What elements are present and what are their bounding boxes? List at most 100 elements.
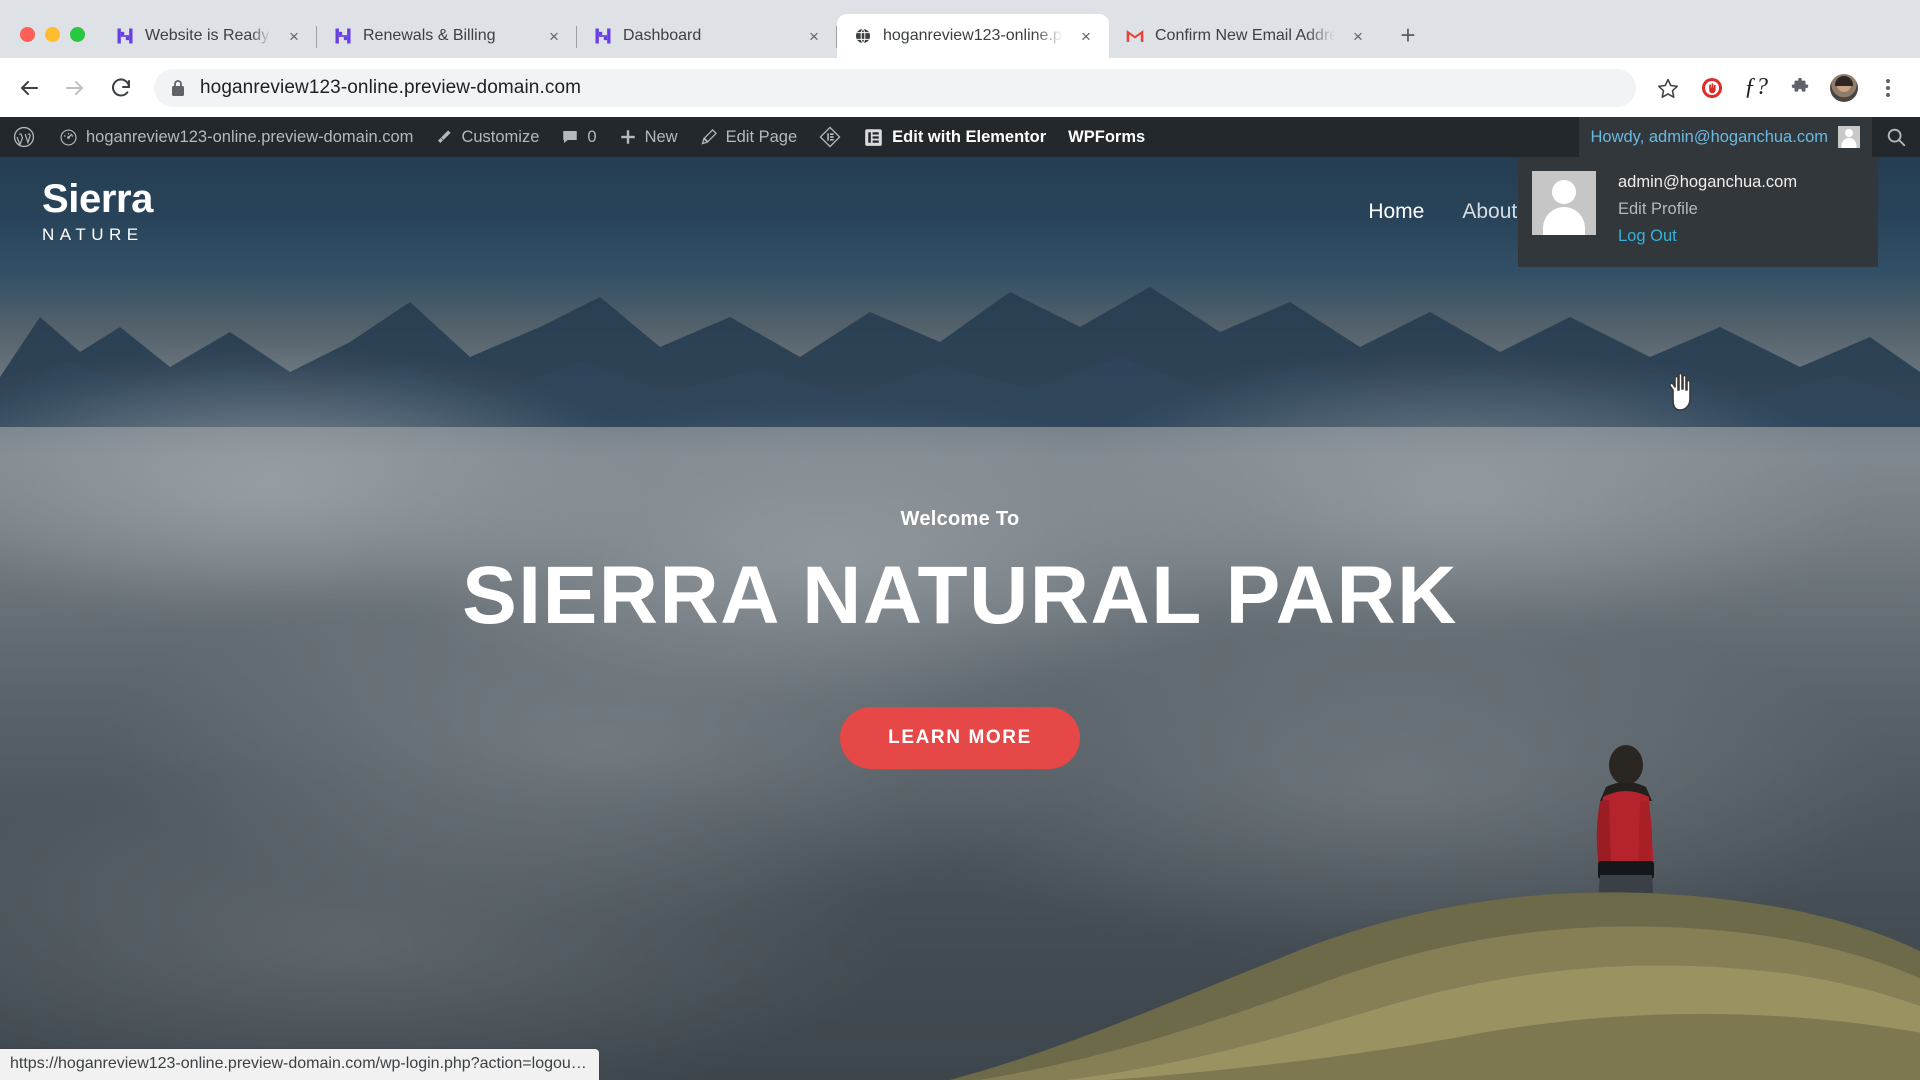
comment-bubble-icon — [563, 131, 578, 143]
url-text: hoganreview123-online.preview-domain.com — [200, 76, 582, 98]
wp-howdy-menu[interactable]: Howdy, admin@hoganchua.com — [1578, 117, 1872, 157]
hostinger-icon — [595, 28, 611, 44]
wp-comments-count: 0 — [587, 127, 597, 146]
maximize-window-button[interactable] — [70, 27, 85, 42]
tab-title: Renewals & Billing — [363, 27, 496, 44]
tabs-container: Website is Ready | hPanel × Renewals & B… — [99, 0, 1920, 58]
wp-howdy-avatar — [1838, 126, 1860, 148]
elementor-diamond-icon — [819, 126, 841, 148]
learn-more-button[interactable]: LEARN MORE — [840, 707, 1080, 770]
toolbar-icons: ƒ? — [1648, 68, 1908, 108]
window-controls — [10, 27, 99, 58]
wp-edit-page-label: Edit Page — [725, 127, 798, 146]
tab-close-button[interactable]: × — [541, 23, 567, 49]
grammar-extension-button[interactable]: ƒ? — [1736, 68, 1776, 108]
tab-title: Confirm New Email Address - a — [1155, 27, 1335, 44]
tab-strip: Website is Ready | hPanel × Renewals & B… — [0, 0, 1920, 58]
search-icon — [1887, 128, 1906, 147]
address-bar[interactable]: hoganreview123-online.preview-domain.com — [154, 68, 1636, 107]
hero-title: SIERRA NATURAL PARK — [462, 549, 1458, 641]
wp-edit-profile-link[interactable]: Edit Profile — [1618, 200, 1797, 219]
nav-item-home[interactable]: Home — [1368, 200, 1424, 224]
wp-dropdown-email: admin@hoganchua.com — [1618, 173, 1798, 191]
tab-title: Website is Ready | hPanel — [145, 27, 271, 44]
browser-tab[interactable]: Renewals & Billing × — [317, 14, 577, 58]
back-arrow-icon — [21, 80, 38, 95]
profile-button[interactable] — [1824, 68, 1864, 108]
gmail-icon — [1126, 30, 1144, 42]
back-button[interactable] — [8, 67, 50, 109]
wp-elementor-label: Edit with Elementor — [892, 127, 1047, 146]
wp-howdy-label: Howdy, admin@hoganchua.com — [1590, 127, 1829, 146]
link-status-bar: https://hoganreview123-online.preview-do… — [0, 1049, 599, 1080]
tab-title: hoganreview123-online.preview-domain.com — [883, 27, 1063, 44]
page-viewport: hoganreview123-online.preview-domain.com… — [0, 117, 1920, 1080]
reload-button[interactable] — [100, 67, 142, 109]
wp-admin-bar-right: Howdy, admin@hoganchua.com — [1578, 117, 1920, 157]
elementor-panel-icon — [865, 128, 882, 146]
forward-button[interactable] — [54, 67, 96, 109]
wp-edit-with-elementor-button[interactable]: Edit with Elementor — [852, 117, 1057, 157]
wp-log-out-link[interactable]: Log Out — [1618, 227, 1797, 246]
wp-site-name-label: hoganreview123-online.preview-domain.com — [86, 127, 414, 146]
star-icon — [1658, 78, 1678, 98]
grammar-icon: ƒ? — [1744, 74, 1768, 100]
wp-new-button[interactable]: New — [608, 117, 689, 157]
hostinger-icon — [117, 28, 133, 44]
wordpress-logo-icon — [13, 126, 35, 148]
wp-user-dropdown: admin@hoganchua.com Edit Profile Log Out — [1518, 157, 1878, 267]
wp-logo-button[interactable] — [0, 117, 48, 157]
site-logo-sub: NATURE — [42, 225, 144, 244]
pencil-icon — [701, 129, 717, 145]
elementor-logo-button[interactable] — [808, 117, 852, 157]
tab-title: Dashboard — [623, 27, 702, 44]
tab-close-button[interactable]: × — [281, 23, 307, 49]
wp-new-label: New — [644, 127, 678, 146]
lock-icon — [172, 79, 184, 96]
extensions-button[interactable] — [1780, 68, 1820, 108]
adblock-extension-button[interactable] — [1692, 68, 1732, 108]
tab-close-button[interactable]: × — [1345, 23, 1371, 49]
wp-admin-bar: hoganreview123-online.preview-domain.com… — [0, 117, 1920, 157]
forward-arrow-icon — [66, 80, 83, 95]
tab-close-button[interactable]: × — [801, 23, 827, 49]
hostinger-icon — [335, 28, 351, 44]
kebab-menu-icon — [1886, 78, 1890, 97]
globe-icon — [855, 28, 871, 44]
wp-site-name[interactable]: hoganreview123-online.preview-domain.com — [48, 117, 424, 157]
close-window-button[interactable] — [20, 27, 35, 42]
wp-comments-button[interactable]: 0 — [550, 117, 607, 157]
bookmark-star-button[interactable] — [1648, 68, 1688, 108]
hero-kicker: Welcome To — [900, 507, 1020, 530]
adblock-icon — [1702, 77, 1722, 98]
browser-tab-active[interactable]: hoganreview123-online.preview-domain.com… — [837, 14, 1109, 58]
wp-dropdown-avatar — [1532, 171, 1596, 235]
browser-window: Website is Ready | hPanel × Renewals & B… — [0, 0, 1920, 1080]
wp-wpforms-label: WPForms — [1068, 127, 1146, 146]
profile-avatar — [1830, 73, 1858, 102]
wp-customize-button[interactable]: Customize — [424, 117, 550, 157]
hero-section: Sierra NATURE Home About Services Projec… — [0, 157, 1920, 1080]
browser-tab[interactable]: Confirm New Email Address - a × — [1109, 14, 1381, 58]
wp-customize-label: Customize — [461, 127, 540, 146]
hero-content: Welcome To SIERRA NATURAL PARK LEARN MOR… — [0, 157, 1920, 1080]
browser-tab[interactable]: Website is Ready | hPanel × — [99, 14, 317, 58]
tab-close-button[interactable]: × — [1073, 23, 1099, 49]
chrome-menu-button[interactable] — [1868, 68, 1908, 108]
wp-wpforms-button[interactable]: WPForms — [1057, 117, 1156, 157]
browser-toolbar: hoganreview123-online.preview-domain.com… — [0, 58, 1920, 117]
new-tab-button[interactable]: + — [1391, 18, 1425, 52]
mouse-cursor-pointer — [1668, 372, 1691, 411]
paintbrush-icon — [438, 130, 452, 143]
wp-dropdown-links: admin@hoganchua.com Edit Profile Log Out — [1596, 171, 1797, 246]
site-logo[interactable]: Sierra NATURE — [0, 179, 153, 245]
minimize-window-button[interactable] — [45, 27, 60, 42]
dashboard-gauge-icon — [60, 128, 77, 146]
site-logo-main: Sierra — [42, 177, 154, 221]
browser-tab[interactable]: Dashboard × — [577, 14, 837, 58]
plus-icon — [620, 130, 635, 144]
wp-search-button[interactable] — [1872, 117, 1920, 157]
puzzle-icon — [1791, 77, 1809, 92]
nav-item-about[interactable]: About — [1462, 200, 1517, 224]
wp-edit-page-button[interactable]: Edit Page — [689, 117, 809, 157]
